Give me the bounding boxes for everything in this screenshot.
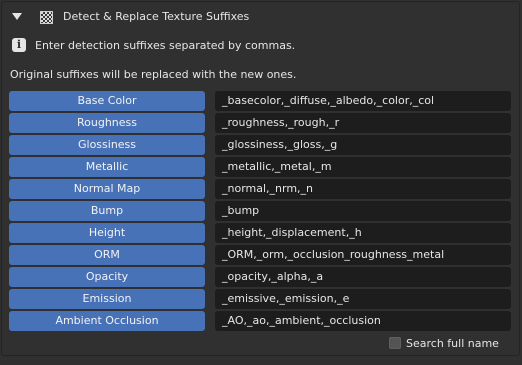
note-text: Original suffixes will be replaced with … (10, 68, 297, 81)
opacity-button[interactable]: Opacity (9, 267, 205, 287)
glossiness-field[interactable]: _glossiness,_gloss,_g (215, 135, 511, 155)
emission-field[interactable]: _emissive,_emission,_e (215, 289, 511, 309)
search-full-name-toggle[interactable]: Search full name (389, 335, 499, 351)
roughness-field[interactable]: _roughness,_rough,_r (215, 113, 511, 133)
roughness-button[interactable]: Roughness (9, 113, 205, 133)
suffix-row-base-color: Base Color _basecolor,_diffuse,_albedo,_… (9, 91, 512, 111)
base-color-button[interactable]: Base Color (9, 91, 205, 111)
suffix-row-opacity: Opacity _opacity,_alpha,_a (9, 267, 512, 287)
ambient-occlusion-button[interactable]: Ambient Occlusion (9, 311, 205, 331)
opacity-field[interactable]: _opacity,_alpha,_a (215, 267, 511, 287)
info-text: Enter detection suffixes separated by co… (35, 39, 296, 52)
orm-field[interactable]: _ORM,_orm,_occlusion_roughness_metal (215, 245, 511, 265)
suffix-row-normal-map: Normal Map _normal,_nrm,_n (9, 179, 512, 199)
suffix-row-ambient-occlusion: Ambient Occlusion _AO,_ao,_ambient,_occl… (9, 311, 512, 331)
checker-texture-icon (40, 11, 53, 24)
suffix-row-roughness: Roughness _roughness,_rough,_r (9, 113, 512, 133)
bump-field[interactable]: _bump (215, 201, 511, 221)
emission-button[interactable]: Emission (9, 289, 205, 309)
height-field[interactable]: _height,_displacement,_h (215, 223, 511, 243)
metallic-button[interactable]: Metallic (9, 157, 205, 177)
metallic-field[interactable]: _metallic,_metal,_m (215, 157, 511, 177)
search-full-name-label: Search full name (406, 336, 499, 350)
orm-button[interactable]: ORM (9, 245, 205, 265)
search-full-name-checkbox[interactable] (389, 337, 401, 349)
height-button[interactable]: Height (9, 223, 205, 243)
base-color-field[interactable]: _basecolor,_diffuse,_albedo,_color,_col (215, 91, 511, 111)
suffix-row-bump: Bump _bump (9, 201, 512, 221)
suffix-row-emission: Emission _emissive,_emission,_e (9, 289, 512, 309)
ambient-occlusion-field[interactable]: _AO,_ao,_ambient,_occlusion (215, 311, 511, 331)
normal-map-field[interactable]: _normal,_nrm,_n (215, 179, 511, 199)
info-icon: i (12, 38, 26, 52)
panel-header[interactable]: Detect & Replace Texture Suffixes (2, 2, 519, 32)
normal-map-button[interactable]: Normal Map (9, 179, 205, 199)
suffix-row-orm: ORM _ORM,_orm,_occlusion_roughness_metal (9, 245, 512, 265)
glossiness-button[interactable]: Glossiness (9, 135, 205, 155)
suffix-panel: Detect & Replace Texture Suffixes i Ente… (1, 1, 520, 356)
triangle-down-icon[interactable] (12, 13, 22, 20)
suffix-row-height: Height _height,_displacement,_h (9, 223, 512, 243)
bump-button[interactable]: Bump (9, 201, 205, 221)
suffix-row-metallic: Metallic _metallic,_metal,_m (9, 157, 512, 177)
panel-title: Detect & Replace Texture Suffixes (63, 10, 250, 23)
suffix-row-glossiness: Glossiness _glossiness,_gloss,_g (9, 135, 512, 155)
